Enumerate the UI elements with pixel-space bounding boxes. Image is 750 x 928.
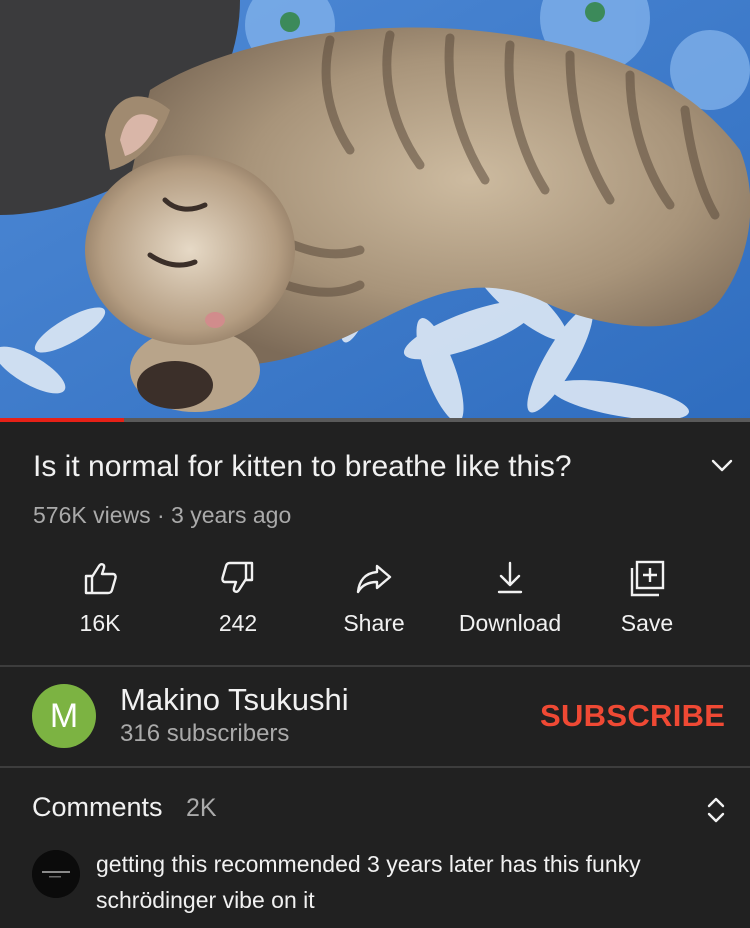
- download-icon: [497, 561, 523, 594]
- video-meta: 576K views · 3 years ago: [33, 502, 292, 528]
- video-thumbnail: [0, 0, 750, 422]
- like-button[interactable]: 16K: [32, 556, 168, 646]
- progress-bar[interactable]: [0, 418, 750, 422]
- chevron-down-icon[interactable]: [708, 452, 736, 480]
- progress-bar-fill: [0, 418, 124, 422]
- commenter-avatar[interactable]: [32, 850, 80, 898]
- add-to-playlist-icon: [630, 560, 665, 597]
- share-icon: [356, 564, 392, 594]
- subscribe-button[interactable]: SUBSCRIBE: [540, 698, 725, 738]
- comments-count: 2K: [186, 794, 217, 822]
- avatar-image: [32, 850, 80, 898]
- dislike-count: 242: [218, 610, 258, 636]
- subscriber-count: 316 subscribers: [120, 720, 290, 747]
- divider: [0, 766, 750, 768]
- download-label: Download: [458, 610, 562, 636]
- expand-collapse-icon[interactable]: [702, 794, 730, 826]
- video-title[interactable]: Is it normal for kitten to breathe like …: [33, 448, 673, 486]
- share-label: Share: [343, 610, 405, 636]
- comments-header[interactable]: Comments: [32, 792, 163, 823]
- like-count: 16K: [79, 610, 121, 636]
- thumbs-up-icon: [84, 563, 117, 595]
- share-button[interactable]: Share: [306, 556, 442, 646]
- save-button[interactable]: Save: [579, 556, 715, 646]
- dislike-button[interactable]: 242: [170, 556, 306, 646]
- channel-avatar[interactable]: M: [32, 684, 96, 748]
- divider: [0, 665, 750, 667]
- download-button[interactable]: Download: [442, 556, 578, 646]
- action-bar: 16K 242 Share Download Save: [32, 556, 722, 646]
- channel-name[interactable]: Makino Tsukushi: [120, 682, 349, 718]
- thumbs-down-icon: [221, 561, 254, 593]
- video-player[interactable]: [0, 0, 750, 422]
- comment-text: getting this recommended 3 years later h…: [96, 851, 641, 913]
- save-label: Save: [620, 610, 674, 636]
